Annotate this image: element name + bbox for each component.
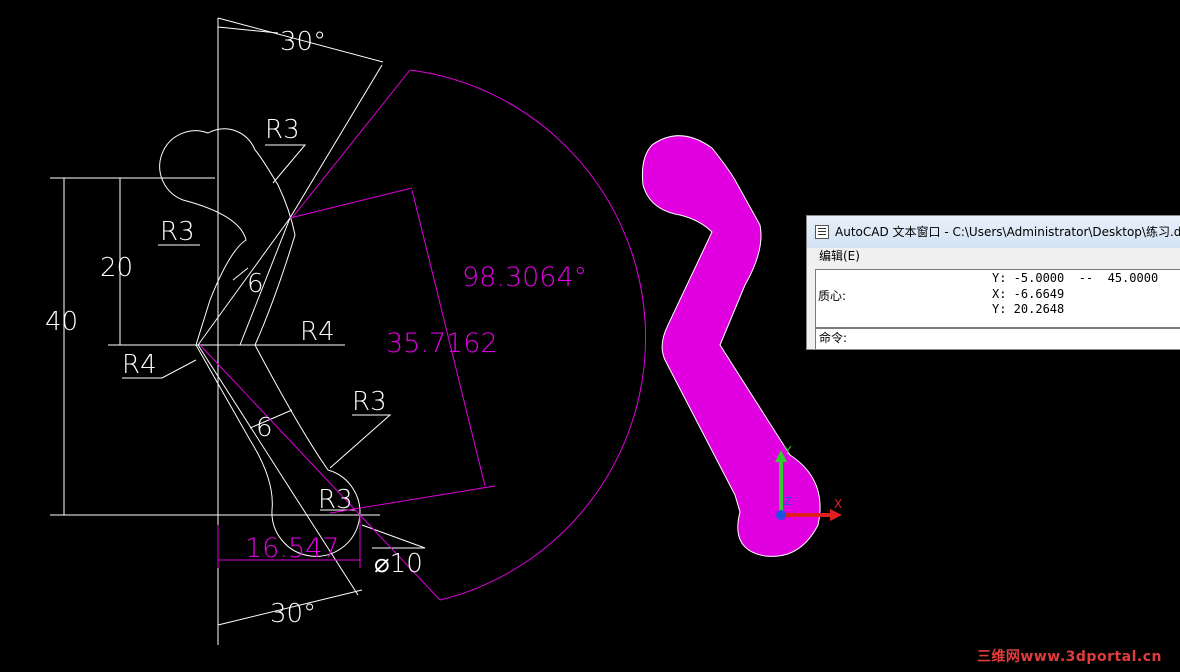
filled-region[interactable] — [641, 135, 821, 557]
length-20-label: 20 — [100, 253, 133, 283]
command-line[interactable]: 命令: — [815, 328, 1180, 349]
length-40-label: 40 — [45, 307, 78, 337]
angle-measure-label: 98.3064° — [462, 262, 587, 293]
centroid-y: Y: 20.2648 — [992, 302, 1065, 316]
menu-bar: 编辑(E) — [807, 248, 1180, 264]
window-icon — [815, 225, 829, 239]
angle-bottom-label: 30° — [270, 599, 316, 629]
menu-edit[interactable]: 编辑(E) — [819, 249, 860, 263]
diameter-label: ⌀10 — [374, 549, 423, 579]
text-window-output[interactable]: Y: -5.0000 -- 45.0000 质心: X: -6.6649 Y: … — [815, 269, 1180, 328]
radius-left-label: R3 — [160, 217, 195, 247]
centroid-label: 质心: — [818, 289, 847, 303]
length-measure-label: 35.7162 — [386, 328, 498, 359]
ucs-x-label: X — [834, 497, 842, 511]
ucs-y-label: Y — [783, 444, 792, 458]
width-measure-label: 16.547 — [245, 533, 339, 564]
geometry-lines — [50, 17, 426, 645]
command-label: 命令: — [819, 331, 848, 345]
text-window[interactable]: AutoCAD 文本窗口 - C:\Users\Administrator\De… — [806, 215, 1180, 350]
width-upper-label: 6 — [247, 269, 264, 299]
radius-bottom-label: R3 — [318, 485, 353, 515]
width-lower-label: 6 — [256, 413, 273, 443]
output-line-1: Y: -5.0000 -- 45.0000 — [992, 271, 1159, 285]
text-window-titlebar[interactable]: AutoCAD 文本窗口 - C:\Users\Administrator\De… — [807, 216, 1180, 248]
radius-lower-label: R3 — [352, 387, 387, 417]
watermark: 三维网www.3dportal.cn — [976, 649, 1162, 665]
radius-top-label: R3 — [265, 115, 300, 145]
text-window-title: AutoCAD 文本窗口 - C:\Users\Administrator\De… — [835, 225, 1180, 239]
ucs-z-label: Z — [784, 495, 792, 508]
angle-top-label: 30° — [280, 27, 326, 57]
radius-r4-right-label: R4 — [300, 317, 335, 347]
radius-r4-left-label: R4 — [122, 350, 157, 380]
centroid-x: X: -6.6649 — [992, 287, 1065, 301]
